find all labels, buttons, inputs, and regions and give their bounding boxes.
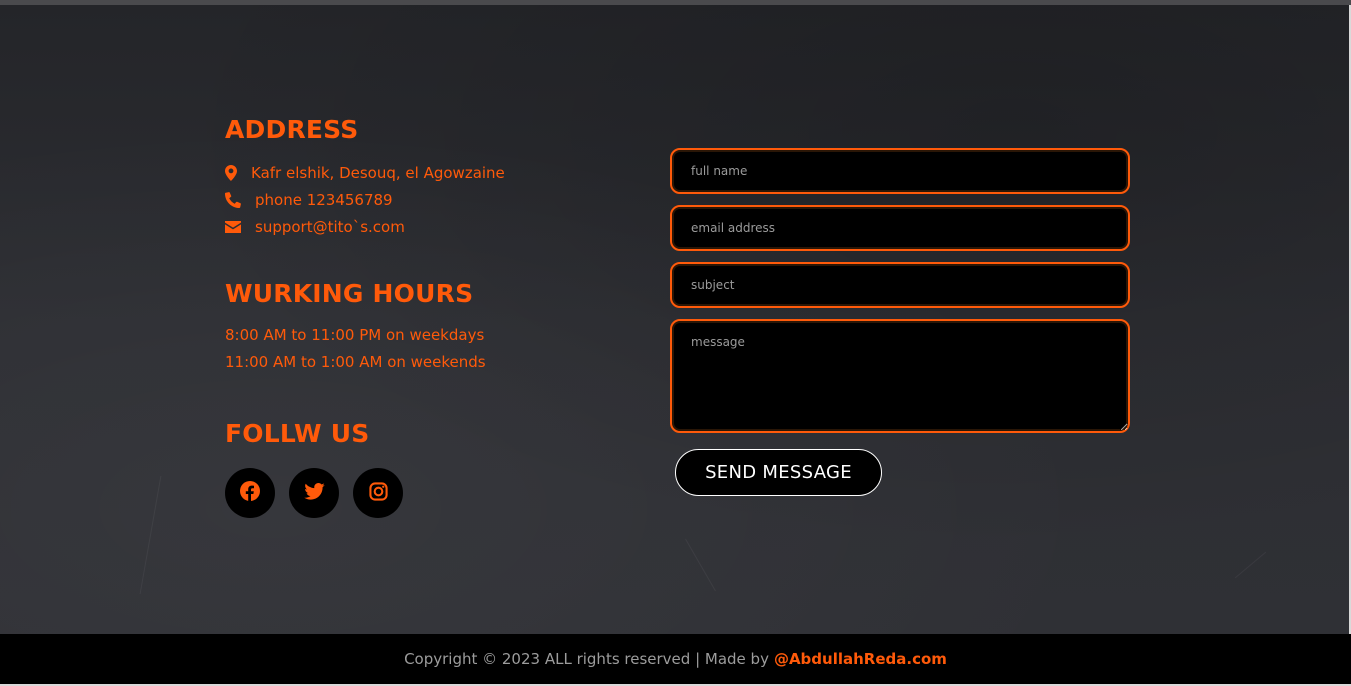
email-input[interactable] [670, 205, 1130, 251]
send-message-button[interactable]: SEND MESSAGE [675, 449, 882, 496]
phone-line: phone 123456789 [225, 186, 645, 213]
contact-form: SEND MESSAGE [670, 148, 1130, 496]
facebook-link[interactable] [225, 468, 275, 518]
email-text: support@tito`s.com [255, 217, 405, 236]
background-scratch [1234, 551, 1267, 579]
hours-heading: WURKING HOURS [225, 279, 474, 308]
social-links [225, 468, 645, 518]
subject-input[interactable] [670, 262, 1130, 308]
email-line: support@tito`s.com [225, 213, 645, 240]
author-link[interactable]: @AbdullahReda.com [774, 650, 947, 668]
phone-text: phone 123456789 [255, 190, 393, 209]
twitter-icon [303, 482, 325, 504]
map-marker-icon [225, 164, 247, 181]
address-line: Kafr elshik, Desouq, el Agowzaine [225, 159, 645, 186]
copyright-text: Copyright © 2023 ALL rights reserved | M… [404, 650, 769, 668]
weekday-hours: 8:00 AM to 11:00 PM on weekdays [225, 326, 485, 344]
facebook-icon [240, 481, 260, 505]
instagram-icon [368, 481, 388, 505]
envelope-icon [225, 220, 251, 233]
background-scratch [139, 475, 162, 595]
footer: Copyright © 2023 ALL rights reserved | M… [0, 634, 1351, 684]
background-scratch [685, 538, 716, 592]
instagram-link[interactable] [353, 468, 403, 518]
follow-heading: FOLLW US [225, 419, 370, 448]
phone-icon [225, 191, 251, 208]
full-name-input[interactable] [670, 148, 1130, 194]
address-text: Kafr elshik, Desouq, el Agowzaine [251, 163, 505, 182]
address-heading: ADDRESS [225, 115, 359, 144]
message-textarea[interactable] [670, 319, 1130, 433]
twitter-link[interactable] [289, 468, 339, 518]
contact-info: ADDRESS Kafr elshik, Desouq, el Agowzain… [225, 110, 645, 518]
weekend-hours: 11:00 AM to 1:00 AM on weekends [225, 353, 486, 371]
